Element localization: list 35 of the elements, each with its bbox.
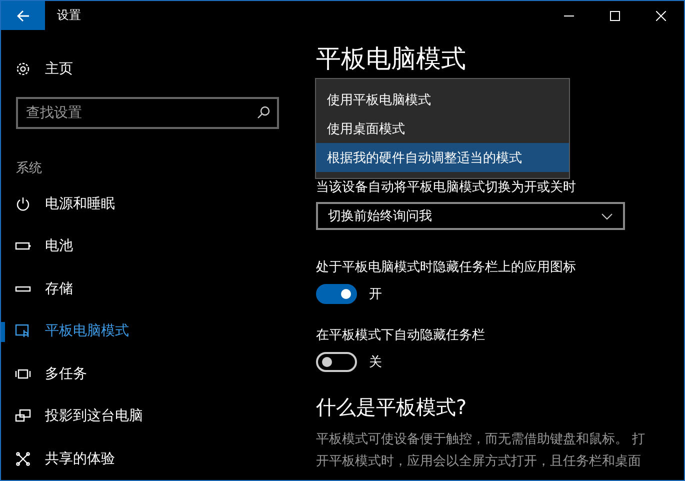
window-title: 设置 xyxy=(57,7,82,24)
sidebar-item[interactable]: 存储 xyxy=(1,268,301,310)
setting-label: 当该设备自动将平板电脑模式切换为开或关时 xyxy=(316,179,577,196)
tablet-icon xyxy=(15,323,31,340)
menu-option[interactable]: 根据我的硬件自动调整适当的模式 xyxy=(316,143,569,172)
toggle-switch[interactable] xyxy=(316,284,357,304)
chevron-icon xyxy=(601,212,613,220)
search-icon xyxy=(257,106,270,118)
sidebar-item[interactable]: 平板电脑模式 xyxy=(1,310,301,352)
toggle-state: 开 xyxy=(369,286,382,303)
sidebar-item[interactable]: 电池 xyxy=(1,225,301,268)
page-title: 平板电脑模式 xyxy=(316,44,466,73)
close-icon xyxy=(656,10,666,20)
search-field[interactable]: 查找设置 xyxy=(16,96,279,128)
power-icon xyxy=(15,196,31,212)
description-text: 平板模式可使设备便于触控，而无需借助键盘和鼠标。 打 开平板模式时，应用会以全屏方式打开，且任务栏和桌面 xyxy=(316,431,646,471)
home-link[interactable]: 主页 xyxy=(1,48,301,90)
setting-label: 在平板模式下自动隐藏任务栏 xyxy=(316,327,486,344)
sidebar-item[interactable]: 共享的体验 xyxy=(1,438,301,480)
sidebar-item[interactable]: 投影到这台电脑 xyxy=(1,395,301,438)
section-heading: 系统 xyxy=(16,160,43,176)
menu-option[interactable]: 使用平板电脑模式 xyxy=(316,85,569,114)
share-icon xyxy=(15,450,31,467)
setting-label: 处于平板电脑模式时隐藏任务栏上的应用图标 xyxy=(316,259,577,276)
sidebar-item[interactable]: 电源和睡眠 xyxy=(1,182,301,225)
maximize-icon xyxy=(610,10,620,20)
dropdown[interactable]: 切换前始终询问我 xyxy=(316,202,625,230)
monitor-icon xyxy=(15,408,31,424)
menu-option[interactable]: 使用桌面模式 xyxy=(316,114,569,143)
section-heading: 什么是平板模式? xyxy=(316,394,468,421)
back-button[interactable] xyxy=(1,1,45,30)
sidebar-item[interactable]: 多任务 xyxy=(1,352,301,395)
toggle-state: 关 xyxy=(369,354,382,371)
settings-icon xyxy=(15,61,31,78)
back-arrow-icon xyxy=(16,8,30,22)
